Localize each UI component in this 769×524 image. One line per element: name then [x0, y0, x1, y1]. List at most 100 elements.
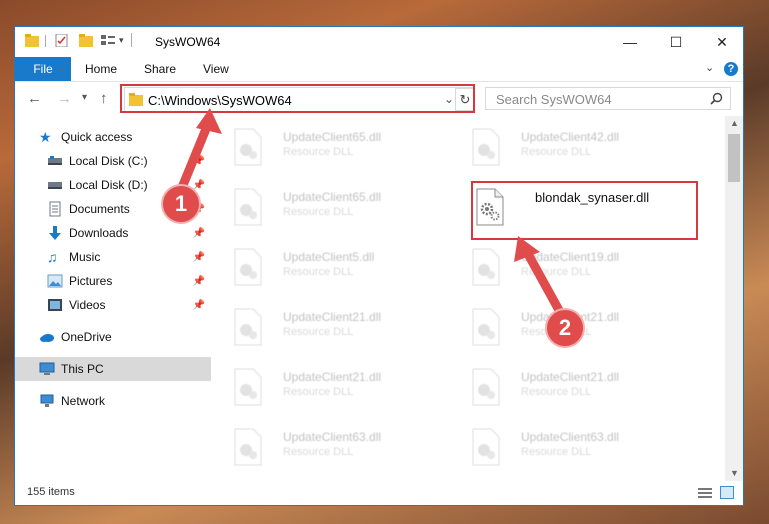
file-item[interactable]: UpdateClient63.dll Resource DLL: [449, 422, 685, 472]
dll-file-icon: [234, 308, 262, 346]
highlight-address-bar: [120, 84, 475, 113]
recent-locations-icon[interactable]: ▾: [82, 92, 87, 103]
file-type: Resource DLL: [283, 446, 354, 458]
file-item[interactable]: UpdateClient5.dll Resource DLL: [211, 242, 447, 292]
tab-home[interactable]: Home: [85, 57, 117, 81]
file-type: Resource DLL: [283, 146, 354, 158]
file-name: UpdateClient63.dll: [283, 430, 382, 444]
videos-icon: [48, 299, 62, 311]
file-list: UpdateClient65.dll Resource DLL UpdateCl…: [211, 116, 725, 481]
dll-file-icon: [472, 248, 500, 286]
forward-arrow-icon[interactable]: →: [57, 90, 72, 107]
file-item[interactable]: UpdateClient21.dll Resource DLL: [211, 302, 447, 352]
view-options-icon[interactable]: [101, 34, 115, 47]
file-item[interactable]: UpdateClient65.dll Resource DLL: [211, 182, 447, 232]
close-button[interactable]: ✕: [699, 27, 743, 57]
expand-ribbon-icon[interactable]: ⌄: [705, 61, 714, 74]
properties-icon[interactable]: [55, 34, 69, 47]
sidebar-item-pictures[interactable]: Pictures 📌: [15, 269, 211, 293]
sidebar-item-this-pc[interactable]: This PC: [15, 357, 211, 381]
vertical-scrollbar[interactable]: ▲ ▼: [725, 116, 743, 481]
up-arrow-icon[interactable]: ↑: [100, 90, 108, 107]
help-icon[interactable]: ?: [724, 62, 738, 76]
sidebar-item-label: Downloads: [69, 226, 129, 240]
details-view-icon[interactable]: [698, 487, 712, 499]
pin-icon[interactable]: 📌: [193, 300, 205, 311]
sidebar-item-downloads[interactable]: Downloads 📌: [15, 221, 211, 245]
item-count: 155 items: [27, 486, 75, 498]
minimize-button[interactable]: —: [607, 27, 653, 57]
folder-icon: [25, 34, 39, 47]
file-item[interactable]: UpdateClient63.dll Resource DLL: [211, 422, 447, 472]
pin-icon[interactable]: 📌: [193, 156, 205, 167]
file-name: UpdateClient65.dll: [283, 190, 382, 204]
window-title: SysWOW64: [155, 35, 221, 49]
status-bar: 155 items: [15, 481, 743, 505]
dll-file-icon: [472, 308, 500, 346]
sidebar-item-label: Quick access: [61, 130, 133, 144]
file-name: UpdateClient42.dll: [521, 130, 620, 144]
tab-share[interactable]: Share: [144, 57, 176, 81]
pin-icon[interactable]: 📌: [193, 276, 205, 287]
scroll-down-icon[interactable]: ▼: [730, 468, 739, 478]
file-name: UpdateClient5.dll: [283, 250, 375, 264]
scroll-thumb[interactable]: [728, 134, 740, 182]
back-arrow-icon[interactable]: ←: [27, 90, 42, 107]
sidebar-item-music[interactable]: ♫ Music 📌: [15, 245, 211, 269]
toolbar-divider: [45, 35, 46, 47]
file-item[interactable]: UpdateClient21.dll Resource DLL: [449, 362, 685, 412]
dll-file-icon: [234, 368, 262, 406]
sidebar-item-label: Local Disk (D:): [69, 178, 148, 192]
sidebar-item-onedrive[interactable]: OneDrive: [15, 325, 211, 349]
downloads-icon: [49, 226, 61, 240]
title-bar: ▾ SysWOW64 — ☐ ✕: [15, 27, 743, 57]
step-2-badge: 2: [545, 308, 585, 348]
sidebar-item-videos[interactable]: Videos 📌: [15, 293, 211, 317]
cloud-icon: [40, 334, 54, 342]
large-icons-view-icon[interactable]: [720, 486, 734, 499]
dll-file-icon: [234, 248, 262, 286]
quick-access-dropdown-icon[interactable]: ▾: [119, 35, 124, 46]
highlight-dll-file: [471, 181, 698, 240]
sidebar-item-label: This PC: [61, 362, 104, 376]
sidebar-item-label: Local Disk (C:): [69, 154, 148, 168]
file-name: UpdateClient63.dll: [521, 430, 620, 444]
sidebar-item-quick-access[interactable]: ★ Quick access: [15, 125, 211, 149]
navigation-pane: ★ Quick access Local Disk (C:) 📌 Local D…: [15, 116, 211, 481]
computer-icon: [39, 362, 55, 375]
step-1-badge: 1: [161, 184, 201, 224]
sidebar-item-label: OneDrive: [61, 330, 112, 344]
sidebar-item-label: Music: [69, 250, 101, 264]
pin-icon[interactable]: 📌: [193, 228, 205, 239]
pin-icon[interactable]: 📌: [193, 252, 205, 263]
search-box[interactable]: Search SysWOW64: [485, 87, 731, 110]
maximize-button[interactable]: ☐: [653, 27, 699, 57]
dll-file-icon: [234, 188, 262, 226]
sidebar-item-label: Videos: [69, 298, 106, 312]
new-folder-icon[interactable]: [79, 34, 93, 47]
scroll-up-icon[interactable]: ▲: [730, 118, 739, 128]
file-item[interactable]: UpdateClient19.dll Resource DLL: [449, 242, 685, 292]
sidebar-item-local-disk-c[interactable]: Local Disk (C:) 📌: [15, 149, 211, 173]
file-name: UpdateClient21.dll: [521, 370, 620, 384]
documents-icon: [49, 201, 61, 217]
file-item[interactable]: UpdateClient65.dll Resource DLL: [211, 122, 447, 172]
file-item[interactable]: UpdateClient21.dll Resource DLL: [211, 362, 447, 412]
file-type: Resource DLL: [521, 266, 592, 278]
file-name: UpdateClient65.dll: [283, 130, 382, 144]
dll-file-icon: [234, 128, 262, 166]
star-icon: ★: [39, 129, 52, 145]
dll-file-icon: [472, 428, 500, 466]
search-icon[interactable]: [710, 92, 723, 105]
dll-file-icon: [234, 428, 262, 466]
search-input[interactable]: Search SysWOW64: [496, 92, 612, 107]
tab-view[interactable]: View: [203, 57, 229, 81]
file-type: Resource DLL: [283, 206, 354, 218]
dll-file-icon: [472, 128, 500, 166]
file-item[interactable]: UpdateClient42.dll Resource DLL: [449, 122, 685, 172]
title-divider: [131, 33, 132, 47]
tab-file[interactable]: File: [15, 57, 71, 81]
file-name: UpdateClient19.dll: [521, 250, 620, 264]
sidebar-item-network[interactable]: Network: [15, 389, 211, 413]
file-type: Resource DLL: [521, 386, 592, 398]
